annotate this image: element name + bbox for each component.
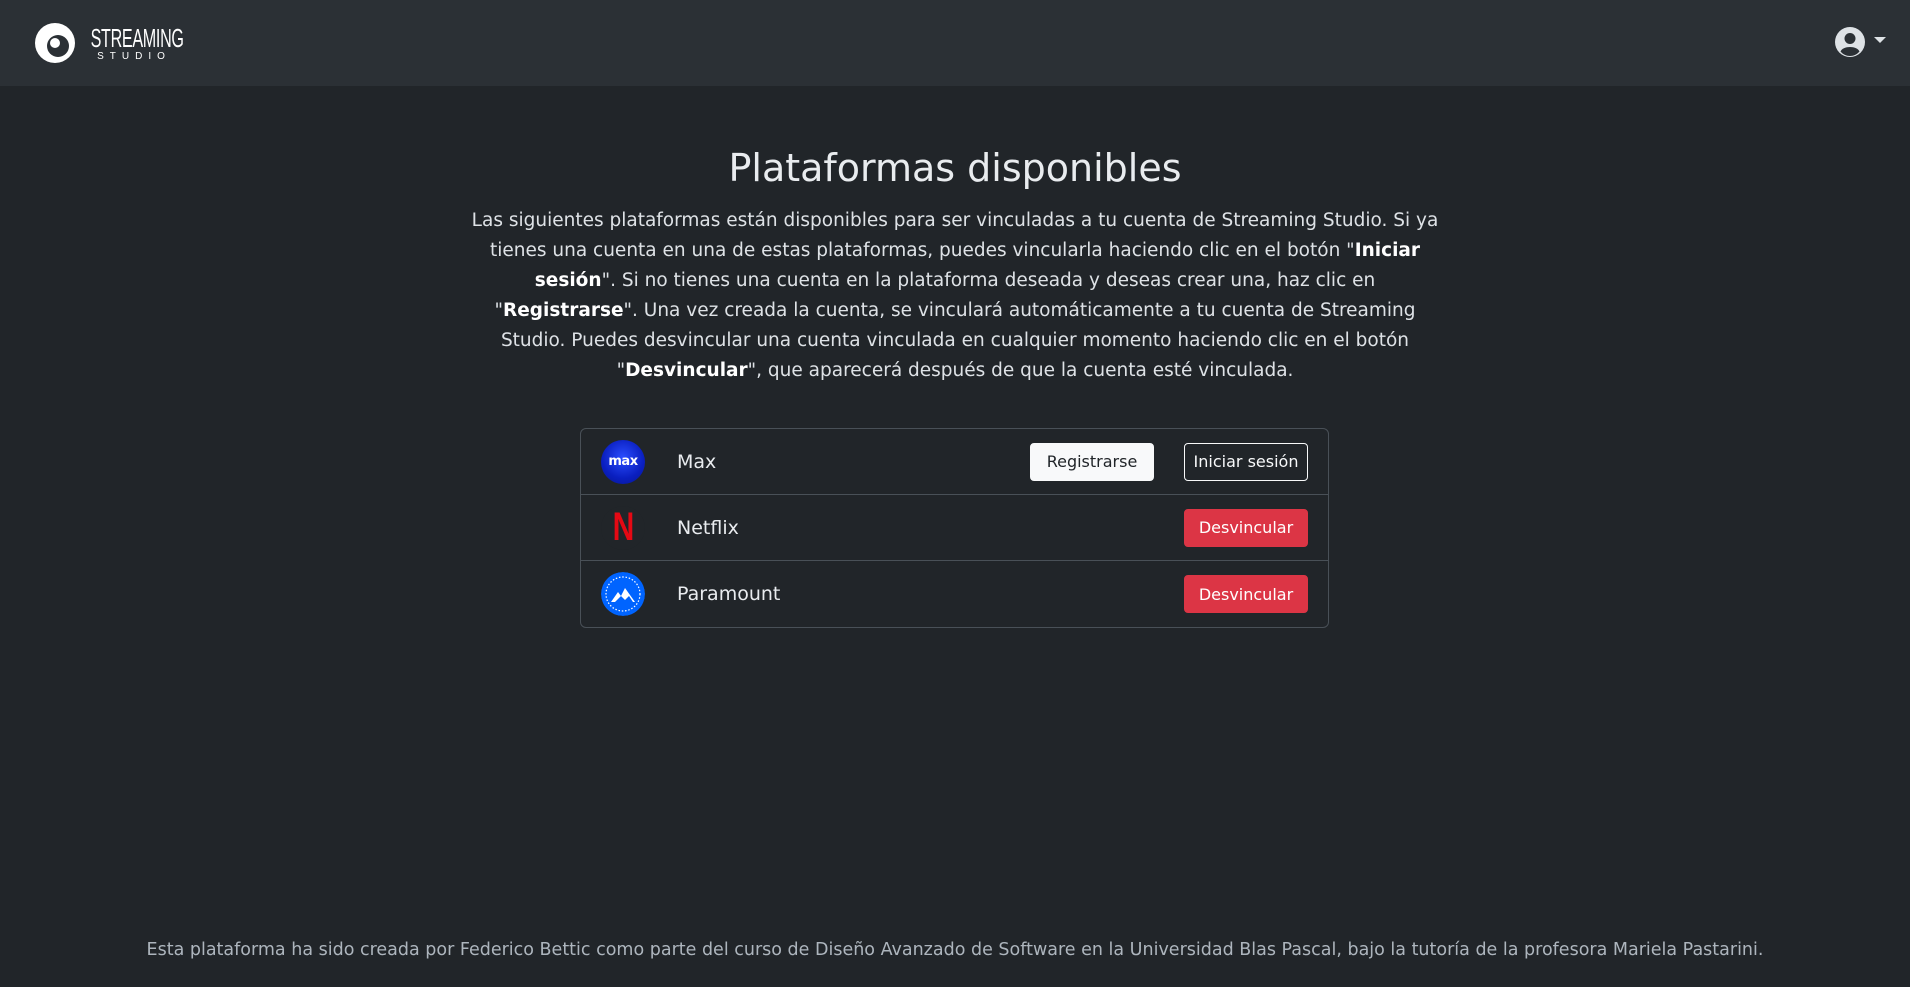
- platform-actions: Desvincular: [1184, 508, 1308, 547]
- page-description: Las siguientes plataformas están disponi…: [470, 206, 1440, 386]
- platform-name: Netflix: [677, 516, 739, 539]
- user-circle-icon: [1835, 27, 1865, 57]
- description-bold-register: Registrarse: [502, 300, 624, 321]
- logo-mark-icon: [35, 23, 75, 63]
- platform-name: Paramount: [677, 583, 781, 605]
- platform-actions: Desvincular: [1184, 575, 1308, 613]
- max-logo-icon: max: [601, 439, 645, 484]
- logo-wordmark: STREAMING STUDIO: [91, 25, 184, 62]
- footer-credits: Esta plataforma ha sido creada por Feder…: [146, 940, 1764, 960]
- platform-list: max Max Registrarse Iniciar sesión N Net…: [580, 428, 1329, 628]
- app-logo[interactable]: STREAMING STUDIO: [34, 22, 184, 64]
- page-title: Plataformas disponibles: [728, 146, 1182, 190]
- register-button[interactable]: Registrarse: [1030, 442, 1154, 481]
- chevron-down-icon: [1874, 37, 1886, 43]
- login-button[interactable]: Iniciar sesión: [1184, 442, 1308, 481]
- description-text-1: Las siguientes plataformas están disponi…: [471, 210, 1439, 261]
- netflix-logo-text: N: [612, 505, 634, 549]
- platform-actions: Registrarse Iniciar sesión: [1030, 442, 1308, 481]
- logo-sub-text: STUDIO: [97, 50, 171, 62]
- description-text-4: ", que aparecerá después de que la cuent…: [747, 360, 1294, 381]
- paramount-logo-icon: [601, 572, 645, 616]
- user-menu-dropdown[interactable]: [1834, 26, 1886, 58]
- platform-row-netflix: N Netflix Desvincular: [581, 495, 1328, 561]
- max-logo-text: max: [608, 454, 638, 469]
- logo-main-text: STREAMING: [90, 22, 184, 53]
- netflix-logo-icon: N: [601, 505, 645, 550]
- unlink-button[interactable]: Desvincular: [1184, 508, 1308, 547]
- platform-row-max: max Max Registrarse Iniciar sesión: [581, 429, 1328, 495]
- platform-row-paramount: Paramount Desvincular: [581, 561, 1328, 627]
- unlink-button[interactable]: Desvincular: [1184, 575, 1308, 613]
- platform-name: Max: [677, 450, 717, 473]
- description-bold-unlink: Desvincular: [625, 360, 748, 381]
- top-navbar: STREAMING STUDIO: [0, 0, 1910, 86]
